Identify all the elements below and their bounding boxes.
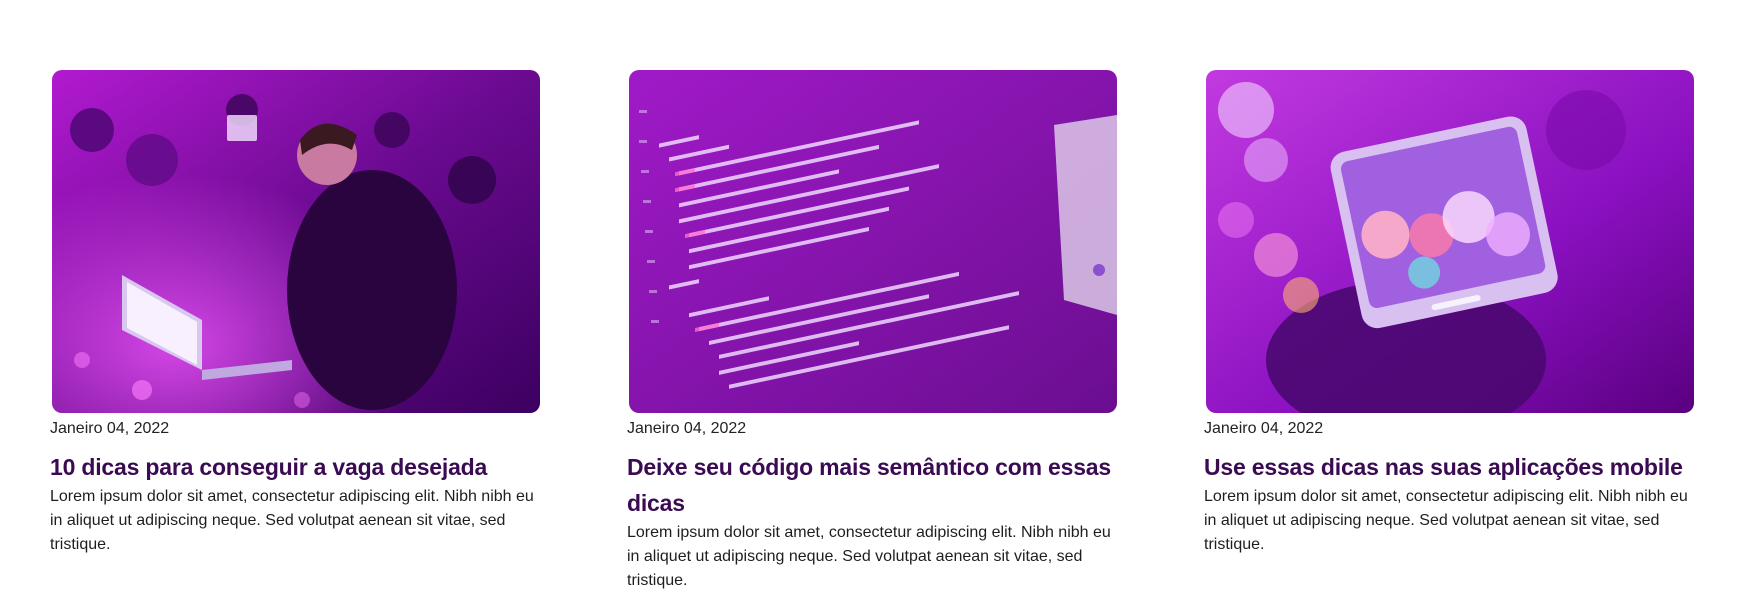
card-title[interactable]: Use essas dicas nas suas aplicações mobi… (1204, 449, 1694, 485)
blog-cards-list: Janeiro 04, 2022 10 dicas para conseguir… (50, 70, 1694, 593)
card-excerpt: Lorem ipsum dolor sit amet, consectetur … (627, 524, 1111, 589)
blog-card[interactable]: Janeiro 04, 2022 10 dicas para conseguir… (50, 70, 540, 593)
card-date: Janeiro 04, 2022 (627, 420, 747, 437)
card-date: Janeiro 04, 2022 (1204, 420, 1324, 437)
card-image-smartphone[interactable] (1206, 70, 1694, 413)
card-title[interactable]: Deixe seu código mais semântico com essa… (627, 449, 1117, 521)
card-excerpt: Lorem ipsum dolor sit amet, consectetur … (1204, 488, 1688, 553)
card-date: Janeiro 04, 2022 (50, 420, 170, 437)
blog-card[interactable]: Janeiro 04, 2022 Use essas dicas nas sua… (1204, 70, 1694, 593)
card-title[interactable]: 10 dicas para conseguir a vaga desejada (50, 449, 540, 485)
card-excerpt: Lorem ipsum dolor sit amet, consectetur … (50, 488, 534, 553)
blog-card[interactable]: Janeiro 04, 2022 Deixe seu código mais s… (627, 70, 1117, 593)
card-image-people-laptops[interactable] (52, 70, 540, 413)
card-image-code-screen[interactable] (629, 70, 1117, 413)
